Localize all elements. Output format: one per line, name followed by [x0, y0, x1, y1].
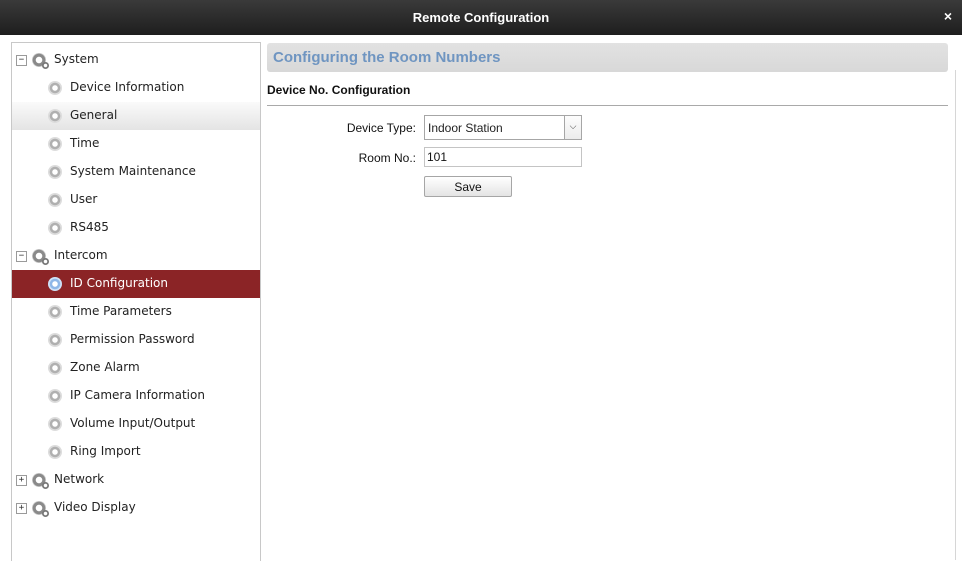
- tree-item-label: Time Parameters: [70, 304, 172, 318]
- section-title: Device No. Configuration: [267, 83, 411, 97]
- tree-item-video-display[interactable]: + Video Display: [12, 494, 260, 522]
- panel-edge: [955, 70, 962, 560]
- gear-icon: [48, 305, 62, 319]
- collapse-icon[interactable]: −: [16, 55, 27, 66]
- tree-item-id-configuration[interactable]: ID Configuration: [12, 270, 260, 298]
- gear-icon: [48, 221, 62, 235]
- gear-icon: [48, 361, 62, 375]
- gear-icon: [48, 417, 62, 431]
- device-type-value: Indoor Station: [428, 121, 503, 135]
- tree-item-time-parameters[interactable]: Time Parameters: [12, 298, 260, 326]
- tree-item-label: System Maintenance: [70, 164, 196, 178]
- title-bar: Remote Configuration ×: [0, 0, 962, 35]
- page-header: Configuring the Room Numbers: [267, 43, 948, 72]
- tree-item-ring-import[interactable]: Ring Import: [12, 438, 260, 466]
- tree-item-intercom[interactable]: − Intercom: [12, 242, 260, 270]
- tree-item-network[interactable]: + Network: [12, 466, 260, 494]
- chevron-down-icon[interactable]: ⌵: [564, 116, 581, 139]
- room-no-input[interactable]: [424, 147, 582, 167]
- section-divider: [267, 105, 948, 106]
- tree-item-label: User: [70, 192, 98, 206]
- device-type-select[interactable]: Indoor Station ⌵: [424, 115, 582, 140]
- tree-item-label: RS485: [70, 220, 109, 234]
- window-title: Remote Configuration: [412, 10, 550, 25]
- save-button[interactable]: Save: [424, 176, 512, 197]
- system-gear-icon: [32, 501, 49, 517]
- tree-item-label: Network: [54, 472, 105, 486]
- system-gear-icon: [32, 249, 49, 265]
- gear-icon: [48, 193, 62, 207]
- system-gear-icon: [32, 473, 49, 489]
- gear-icon: [48, 333, 62, 347]
- tree-item-system[interactable]: − System: [12, 46, 260, 74]
- tree-item-general[interactable]: General: [12, 102, 260, 130]
- tree-item-label: ID Configuration: [70, 276, 168, 290]
- gear-icon: [48, 81, 62, 95]
- gear-icon: [48, 109, 62, 123]
- tree-item-rs485[interactable]: RS485: [12, 214, 260, 242]
- tree-item-label: Video Display: [54, 500, 136, 514]
- gear-icon: [48, 277, 62, 291]
- gear-icon: [48, 165, 62, 179]
- tree-item-label: Time: [70, 136, 100, 150]
- tree-item-label: IP Camera Information: [70, 388, 205, 402]
- expand-icon[interactable]: +: [16, 475, 27, 486]
- gear-icon: [48, 445, 62, 459]
- system-gear-icon: [32, 53, 49, 69]
- tree-item-user[interactable]: User: [12, 186, 260, 214]
- tree-item-label: System: [54, 52, 99, 66]
- tree-item-label: General: [70, 108, 118, 122]
- expand-icon[interactable]: +: [16, 503, 27, 514]
- tree-item-label: Device Information: [70, 80, 185, 94]
- tree-item-device-information[interactable]: Device Information: [12, 74, 260, 102]
- tree-item-label: Zone Alarm: [70, 360, 140, 374]
- tree-item-volume-input-output[interactable]: Volume Input/Output: [12, 410, 260, 438]
- tree-item-label: Ring Import: [70, 444, 141, 458]
- tree-item-system-maintenance[interactable]: System Maintenance: [12, 158, 260, 186]
- tree-item-zone-alarm[interactable]: Zone Alarm: [12, 354, 260, 382]
- navigation-tree: − System Device Information General Time Syst…: [11, 42, 261, 561]
- page-title: Configuring the Room Numbers: [273, 49, 501, 66]
- tree-item-time[interactable]: Time: [12, 130, 260, 158]
- tree-item-label: Intercom: [54, 248, 108, 262]
- tree-item-permission-password[interactable]: Permission Password: [12, 326, 260, 354]
- tree-item-label: Permission Password: [70, 332, 195, 346]
- tree-item-ip-camera-information[interactable]: IP Camera Information: [12, 382, 260, 410]
- gear-icon: [48, 389, 62, 403]
- close-icon[interactable]: ×: [944, 8, 952, 24]
- room-no-label: Room No.:: [358, 151, 416, 165]
- collapse-icon[interactable]: −: [16, 251, 27, 262]
- tree-item-label: Volume Input/Output: [70, 416, 196, 430]
- gear-icon: [48, 137, 62, 151]
- device-type-label: Device Type:: [346, 121, 416, 135]
